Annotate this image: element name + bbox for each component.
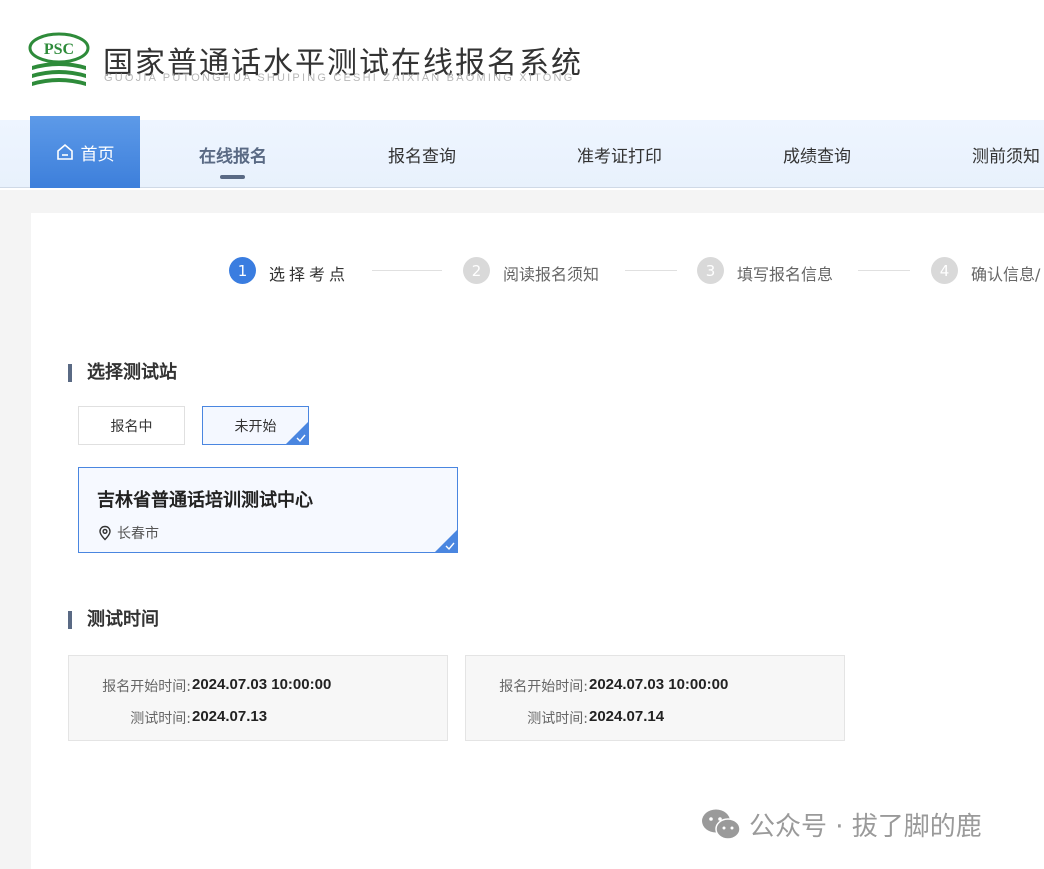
reg-start-label: 报名开始时间: xyxy=(499,679,588,695)
main-nav: 首页 在线报名 报名查询 准考证打印 成绩查询 测前须知 xyxy=(0,116,1044,188)
step-divider xyxy=(858,270,910,271)
tab-not-started-label: 未开始 xyxy=(234,418,277,435)
reg-start-value: 2024.07.03 10:00:00 xyxy=(589,676,729,693)
main-content: 1 选择考点 2 阅读报名须知 3 填写报名信息 4 确认信息/ 选择测试站 报… xyxy=(31,213,1044,869)
station-section-title: 选择测试站 xyxy=(68,364,177,382)
test-date-label: 测试时间: xyxy=(130,711,191,727)
test-date-value: 2024.07.14 xyxy=(589,708,665,725)
psc-logo-icon[interactable]: PSC xyxy=(28,32,90,90)
time-section-title: 测试时间 xyxy=(68,611,159,629)
nav-item-score-query[interactable]: 成绩查询 xyxy=(783,142,851,167)
test-date-label: 测试时间: xyxy=(527,711,588,727)
selected-check-icon xyxy=(286,422,308,444)
step-3-number: 3 xyxy=(697,257,724,284)
step-3-label: 填写报名信息 xyxy=(737,265,834,284)
reg-start-value: 2024.07.03 10:00:00 xyxy=(192,676,332,693)
step-1-label: 选择考点 xyxy=(269,265,350,284)
step-divider xyxy=(625,270,677,271)
wechat-icon xyxy=(702,809,741,840)
selected-check-icon xyxy=(435,530,457,552)
tab-registering[interactable]: 报名中 xyxy=(78,406,185,445)
site-subtitle: GUOJIA PUTONGHUA SHUIPING CESHI ZAIXIAN … xyxy=(104,72,575,84)
step-2-label: 阅读报名须知 xyxy=(503,265,600,284)
nav-home-button[interactable]: 首页 xyxy=(30,116,140,188)
step-4-number: 4 xyxy=(931,257,958,284)
step-2-number: 2 xyxy=(463,257,490,284)
test-center-city: 长春市 xyxy=(117,526,159,542)
nav-active-underline xyxy=(220,175,245,179)
header: PSC 国家普通话水平测试在线报名系统 GUOJIA PUTONGHUA SHU… xyxy=(0,0,1044,190)
nav-home-label: 首页 xyxy=(80,144,115,165)
test-center-card[interactable]: 吉林省普通话培训测试中心 长春市 xyxy=(78,467,458,553)
nav-item-registration-query[interactable]: 报名查询 xyxy=(388,142,456,167)
step-4-label: 确认信息/ xyxy=(971,265,1041,284)
step-progress: 1 选择考点 2 阅读报名须知 3 填写报名信息 4 确认信息/ xyxy=(31,213,1044,323)
step-divider xyxy=(372,270,442,271)
step-1-number: 1 xyxy=(229,257,256,284)
tab-not-started[interactable]: 未开始 xyxy=(202,406,309,445)
watermark-text: 公众号 · 拔了脚的鹿 xyxy=(749,812,982,842)
nav-item-admission-ticket-print[interactable]: 准考证打印 xyxy=(577,142,662,167)
reg-start-label: 报名开始时间: xyxy=(102,679,191,695)
logo-text: PSC xyxy=(44,41,74,58)
nav-item-online-registration[interactable]: 在线报名 xyxy=(199,142,267,167)
test-center-location: 长春市 xyxy=(97,523,159,543)
home-icon xyxy=(56,143,73,160)
test-date-value: 2024.07.13 xyxy=(192,708,268,725)
test-center-name: 吉林省普通话培训测试中心 xyxy=(97,490,313,511)
location-pin-icon xyxy=(99,525,111,541)
tab-registering-label: 报名中 xyxy=(110,418,153,435)
wechat-watermark: 公众号 · 拔了脚的鹿 xyxy=(701,806,982,843)
test-time-card-1[interactable]: 报名开始时间: 2024.07.03 10:00:00 测试时间: 2024.0… xyxy=(68,655,448,741)
nav-item-pre-test-notice[interactable]: 测前须知 xyxy=(972,142,1040,167)
test-time-card-2[interactable]: 报名开始时间: 2024.07.03 10:00:00 测试时间: 2024.0… xyxy=(465,655,845,741)
